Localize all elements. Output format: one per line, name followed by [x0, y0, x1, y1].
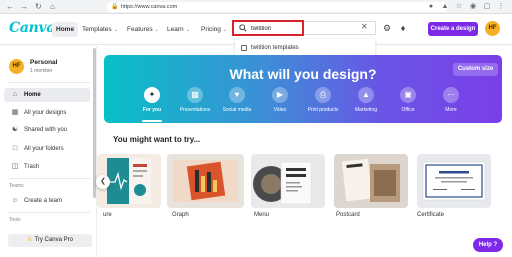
card-label: Certificate: [417, 212, 445, 218]
card-label: ure: [103, 212, 112, 218]
extension-icon[interactable]: ●: [427, 3, 435, 11]
card-postcard[interactable]: [334, 154, 408, 208]
canva-logo[interactable]: Canva: [9, 20, 55, 36]
back-icon[interactable]: ←: [6, 2, 14, 12]
sparkle-icon: ✦: [144, 87, 160, 103]
pricing-menu[interactable]: Pricing ⌄: [201, 22, 227, 38]
browser-toolbar: ← → ↻ ⌂ 🔒 https://www.canva.com ● ▲ ☆ ◉ …: [0, 0, 512, 14]
sidebar-scrollbar[interactable]: [93, 48, 96, 198]
search-box[interactable]: [232, 20, 304, 36]
create-design-button[interactable]: Create a design: [428, 22, 478, 36]
chevron-left-icon[interactable]: ❮: [96, 175, 110, 189]
bell-icon[interactable]: ♦: [396, 21, 410, 35]
features-label: Features: [127, 26, 153, 33]
url-text: https://www.canva.com: [121, 4, 178, 10]
chevron-down-icon: ⌄: [113, 27, 118, 33]
home-button[interactable]: Home: [52, 22, 79, 37]
presentation-icon: ▩: [187, 87, 203, 103]
account-name[interactable]: Personal: [30, 59, 57, 66]
more-icon: ⋯: [443, 87, 459, 103]
hero-title: What will you design?: [229, 66, 377, 82]
card-label: Postcard: [336, 212, 360, 218]
help-button[interactable]: Help ?: [473, 238, 503, 252]
briefcase-icon: ▣: [400, 87, 416, 103]
learn-label: Learn: [167, 26, 184, 33]
sidebar-item-designs[interactable]: ▦ All your designs: [4, 106, 90, 120]
card-certificate[interactable]: [417, 154, 491, 208]
search-icon: [239, 24, 247, 32]
sidebar-item-label: All your folders: [24, 146, 64, 152]
chevron-down-icon: ⌄: [185, 27, 190, 33]
gear-icon[interactable]: ⚙: [380, 21, 394, 35]
team-icon: ☺: [11, 197, 19, 204]
card-menu[interactable]: [251, 154, 325, 208]
divider: [8, 178, 90, 179]
forward-icon[interactable]: →: [20, 2, 28, 12]
sidebar-item-create-team[interactable]: ☺ Create a team: [4, 194, 90, 208]
postcard-thumbnail: [341, 158, 400, 202]
hero-banner: What will you design? Custom size ✦ For …: [104, 55, 502, 123]
sidebar-item-label: Home: [24, 92, 41, 98]
tab-icon[interactable]: ▢: [483, 3, 491, 11]
section-title: You might want to try...: [113, 135, 201, 144]
video-icon: ▶: [272, 87, 288, 103]
sidebar-item-label: All your designs: [24, 110, 67, 116]
close-icon[interactable]: ✕: [361, 22, 368, 32]
menu-icon[interactable]: ⋮: [497, 3, 505, 11]
divider: [8, 82, 90, 83]
menu-thumbnail: [253, 161, 312, 205]
templates-label: Templates: [82, 26, 112, 33]
category-more[interactable]: ⋯ More: [421, 87, 481, 113]
custom-size-button[interactable]: Custom size: [453, 63, 498, 76]
designs-icon: ▦: [11, 109, 19, 116]
graph-thumbnail: [173, 160, 238, 202]
active-tab-indicator: [142, 120, 162, 122]
templates-menu[interactable]: Templates ⌄: [82, 22, 118, 38]
features-menu[interactable]: Features ⌄: [127, 22, 159, 38]
suggestion-label: twitition templates: [251, 45, 299, 51]
try-pro-label: Try Canva Pro: [34, 237, 73, 243]
category-label: More: [445, 107, 457, 113]
profile-icon[interactable]: ◉: [469, 3, 477, 11]
address-bar[interactable]: 🔒 https://www.canva.com: [107, 2, 447, 12]
lock-icon: 🔒: [111, 4, 119, 10]
card-graph[interactable]: [167, 154, 244, 208]
print-icon: ⎙: [315, 87, 331, 103]
shared-icon: ☯: [11, 126, 19, 133]
avatar[interactable]: HF: [485, 21, 500, 36]
pricing-label: Pricing: [201, 26, 221, 33]
shield-icon[interactable]: ▲: [441, 3, 449, 11]
bookmark-icon[interactable]: ☆: [455, 3, 463, 11]
card-label: Menu: [254, 212, 270, 218]
card-label: Graph: [172, 212, 189, 218]
megaphone-icon: ▲: [358, 87, 374, 103]
heart-icon: ♥: [229, 87, 245, 103]
certificate-thumbnail: [422, 161, 486, 201]
chevron-down-icon: ⌄: [154, 27, 159, 33]
sidebar-item-shared[interactable]: ☯ Shared with you: [4, 123, 90, 137]
sidebar-item-folders[interactable]: □ All your folders: [4, 142, 90, 156]
home-icon: ⌂: [12, 91, 18, 98]
sidebar-item-trash[interactable]: ◫ Trash: [4, 160, 90, 174]
chevron-down-icon: ⌄: [222, 27, 228, 33]
search-input[interactable]: [251, 23, 301, 34]
trash-icon: ◫: [11, 163, 19, 170]
crown-icon: ♕: [27, 237, 33, 243]
try-pro-button[interactable]: ♕ Try Canva Pro: [8, 234, 92, 247]
account-members: 1 member: [30, 68, 53, 74]
reload-icon[interactable]: ↻: [35, 2, 42, 12]
account-avatar[interactable]: HF: [9, 59, 24, 74]
folder-icon: □: [12, 145, 18, 152]
learn-menu[interactable]: Learn ⌄: [167, 22, 190, 38]
suggestion-item[interactable]: twitition templates: [239, 42, 371, 54]
tools-heading: Tools: [9, 217, 21, 223]
sidebar-item-home[interactable]: ⌂ Home: [4, 88, 90, 102]
sidebar-item-label: Trash: [24, 164, 40, 170]
divider: [8, 212, 90, 213]
home-icon[interactable]: ⌂: [50, 2, 55, 12]
sidebar-item-label: Shared with you: [24, 127, 68, 133]
template-icon: [241, 45, 247, 51]
sidebar-item-label: Create a team: [24, 198, 63, 204]
teams-heading: Teams: [9, 183, 24, 189]
